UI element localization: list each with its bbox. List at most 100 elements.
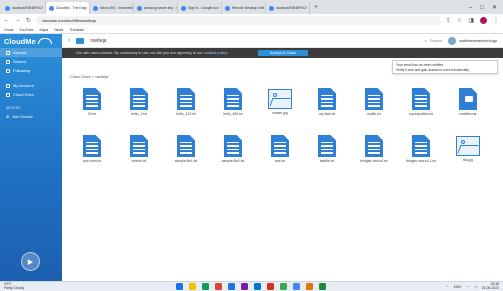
add-device-button[interactable]: ⊕ Add Device <box>0 112 62 121</box>
sidebar-item-synced[interactable]: Synced <box>0 48 62 57</box>
accept-cookies-button[interactable]: Accept & Close <box>257 50 308 56</box>
browser-tab[interactable]: Inbox (90) - nsramesh× <box>90 2 134 14</box>
file-item[interactable]: thingair new.s4.1.txt <box>401 135 441 163</box>
close-icon[interactable]: ✕ <box>492 2 497 14</box>
text-file-icon <box>365 88 383 110</box>
file-item[interactable]: test.txt <box>260 135 300 163</box>
file-item[interactable]: testfile.txt <box>307 135 347 163</box>
cookie-policy-link[interactable]: cookies policy. <box>204 51 228 55</box>
sidebar-item-label: My Account <box>13 83 34 88</box>
play-icon[interactable]: ▶ <box>21 252 40 271</box>
browser-toolbar: ← → ↻ cloudme.com/en/#files/raviteja ⇪ ☆… <box>0 14 503 26</box>
language-indicator[interactable]: ENG <box>454 285 461 289</box>
file-item[interactable]: redinfo.txt <box>119 135 159 163</box>
taskbar-app-icon[interactable] <box>267 283 274 290</box>
clock[interactable]: 18:38 24-08-2022 <box>482 282 499 290</box>
sync-icon <box>6 50 10 55</box>
new-tab-button[interactable]: + <box>310 2 322 14</box>
sidebar-item-my-account[interactable]: My Account <box>0 81 62 90</box>
taskbar-app-icon[interactable] <box>293 283 300 290</box>
wifi-icon[interactable]: ◠ <box>466 285 469 289</box>
bookmark-item[interactable]: Maps <box>40 28 49 32</box>
browser-tab[interactable]: CloudMe - The Easy× <box>46 2 90 14</box>
file-item[interactable]: thingair new.s4.txt <box>354 135 394 163</box>
taskbar-app-icon[interactable] <box>189 283 196 290</box>
maximize-icon[interactable]: □ <box>480 2 484 14</box>
file-item[interactable]: sample file2.txt <box>213 135 253 163</box>
user-name: saitdirmestechnology <box>459 38 497 43</box>
file-name: hello_123.txt <box>176 112 196 116</box>
file-item[interactable]: pan from.txt <box>72 135 112 163</box>
file-item[interactable]: 30.txt <box>72 88 112 116</box>
taskbar-app-icon[interactable] <box>228 283 235 290</box>
file-item[interactable]: tiki.jpg <box>448 135 488 162</box>
tab-title: amazing secret key <box>144 6 174 10</box>
taskbar-app-icon[interactable] <box>215 283 222 290</box>
browser-tab[interactable]: amazing secret key × <box>134 2 178 14</box>
browser-tab-strip: localhost/WEB/FhO/×CloudMe - The Easy×In… <box>0 0 503 14</box>
file-item[interactable]: sample file1.txt <box>166 135 206 163</box>
search-button[interactable]: ⌕ Search <box>424 38 442 43</box>
file-item[interactable]: myfile.txt <box>354 88 394 116</box>
sidebar-item-label: Cloud Drive <box>13 92 34 97</box>
taskbar-app-icon[interactable] <box>254 283 261 290</box>
menu-icon[interactable]: ⋮ <box>493 17 499 24</box>
back-arrow-icon[interactable]: ‹ <box>68 37 70 44</box>
sidebar-item-shared[interactable]: Shared <box>0 57 62 66</box>
weather-text: Partly Cloudy <box>4 285 25 290</box>
file-name: newfiles.rar <box>459 112 477 116</box>
browser-tab[interactable]: localhost/WEB/FhO/× <box>266 2 310 14</box>
taskbar-app-icon[interactable] <box>319 283 326 290</box>
volume-icon[interactable]: ◁ <box>474 285 477 289</box>
user-menu[interactable]: saitdirmestechnology <box>448 36 497 45</box>
breadcrumb[interactable]: Cloud Drive > raviteja <box>70 74 108 79</box>
address-bar[interactable]: cloudme.com/en/#files/raviteja <box>36 15 441 25</box>
bookmark-item[interactable]: Gmail <box>4 28 13 32</box>
share-icon[interactable]: ⇪ <box>446 17 451 24</box>
text-file-icon <box>318 135 336 157</box>
file-item[interactable]: my data.txt <box>307 88 347 116</box>
reload-icon[interactable]: ↻ <box>26 17 31 24</box>
sidebar-item-following[interactable]: Following <box>0 66 62 75</box>
file-name: myfile.txt <box>367 112 381 116</box>
file-item[interactable]: hello_1.txt <box>119 88 159 116</box>
user-icon <box>6 83 10 88</box>
bookmark-item[interactable]: News <box>54 28 63 32</box>
file-item[interactable]: myoutputtext.txt <box>401 88 441 116</box>
bookmark-item[interactable]: Translate <box>69 28 84 32</box>
forward-icon[interactable]: → <box>15 17 21 23</box>
file-item[interactable]: hello_456.txt <box>213 88 253 116</box>
minimize-icon[interactable]: – <box>469 2 472 14</box>
system-tray: ⌃ ENG ◠ ◁ 18:38 24-08-2022 <box>446 282 503 290</box>
chevron-up-icon[interactable]: ⌃ <box>446 285 449 289</box>
file-name: thingair new.s4.1.txt <box>406 159 436 163</box>
star-icon[interactable]: ☆ <box>457 17 462 24</box>
file-item[interactable]: hello_123.txt <box>166 88 206 116</box>
bookmark-item[interactable]: YouTube <box>19 28 33 32</box>
extensions-icon[interactable]: ◨ <box>468 17 474 24</box>
weather-widget[interactable]: 29°C Partly Cloudy <box>4 282 25 290</box>
sidebar-item-cloud-drive[interactable]: Cloud Drive <box>0 90 62 99</box>
favicon-icon <box>181 5 186 11</box>
taskbar-app-icon[interactable] <box>241 283 248 290</box>
text-file-icon <box>177 88 195 110</box>
browser-tab[interactable]: localhost/WEB/FhO/× <box>2 2 46 14</box>
file-item[interactable]: imsam.jpg <box>260 88 300 115</box>
taskbar-app-icon[interactable] <box>176 283 183 290</box>
profile-avatar[interactable] <box>480 16 487 24</box>
image-file-icon <box>456 136 480 156</box>
cloudme-logo[interactable]: CloudMe <box>0 34 62 48</box>
file-item[interactable]: newfiles.rar <box>448 88 488 116</box>
file-name: imsam.jpg <box>272 111 288 115</box>
devices-heading: DEVICES <box>6 106 20 110</box>
favicon-icon <box>49 5 54 11</box>
notice-line-2[interactable]: Verify it now and gain access to more fu… <box>396 68 494 73</box>
taskbar-app-icon[interactable] <box>202 283 209 290</box>
taskbar-app-icon[interactable] <box>280 283 287 290</box>
back-icon[interactable]: ← <box>4 17 10 23</box>
taskbar-app-icon[interactable] <box>306 283 313 290</box>
browser-tab[interactable]: Sign in - Google Acc× <box>178 2 222 14</box>
file-name: tiki.jpg <box>463 158 473 162</box>
browser-tab[interactable]: Remote Desktop Soft× <box>222 2 266 14</box>
favicon-icon <box>5 5 10 11</box>
